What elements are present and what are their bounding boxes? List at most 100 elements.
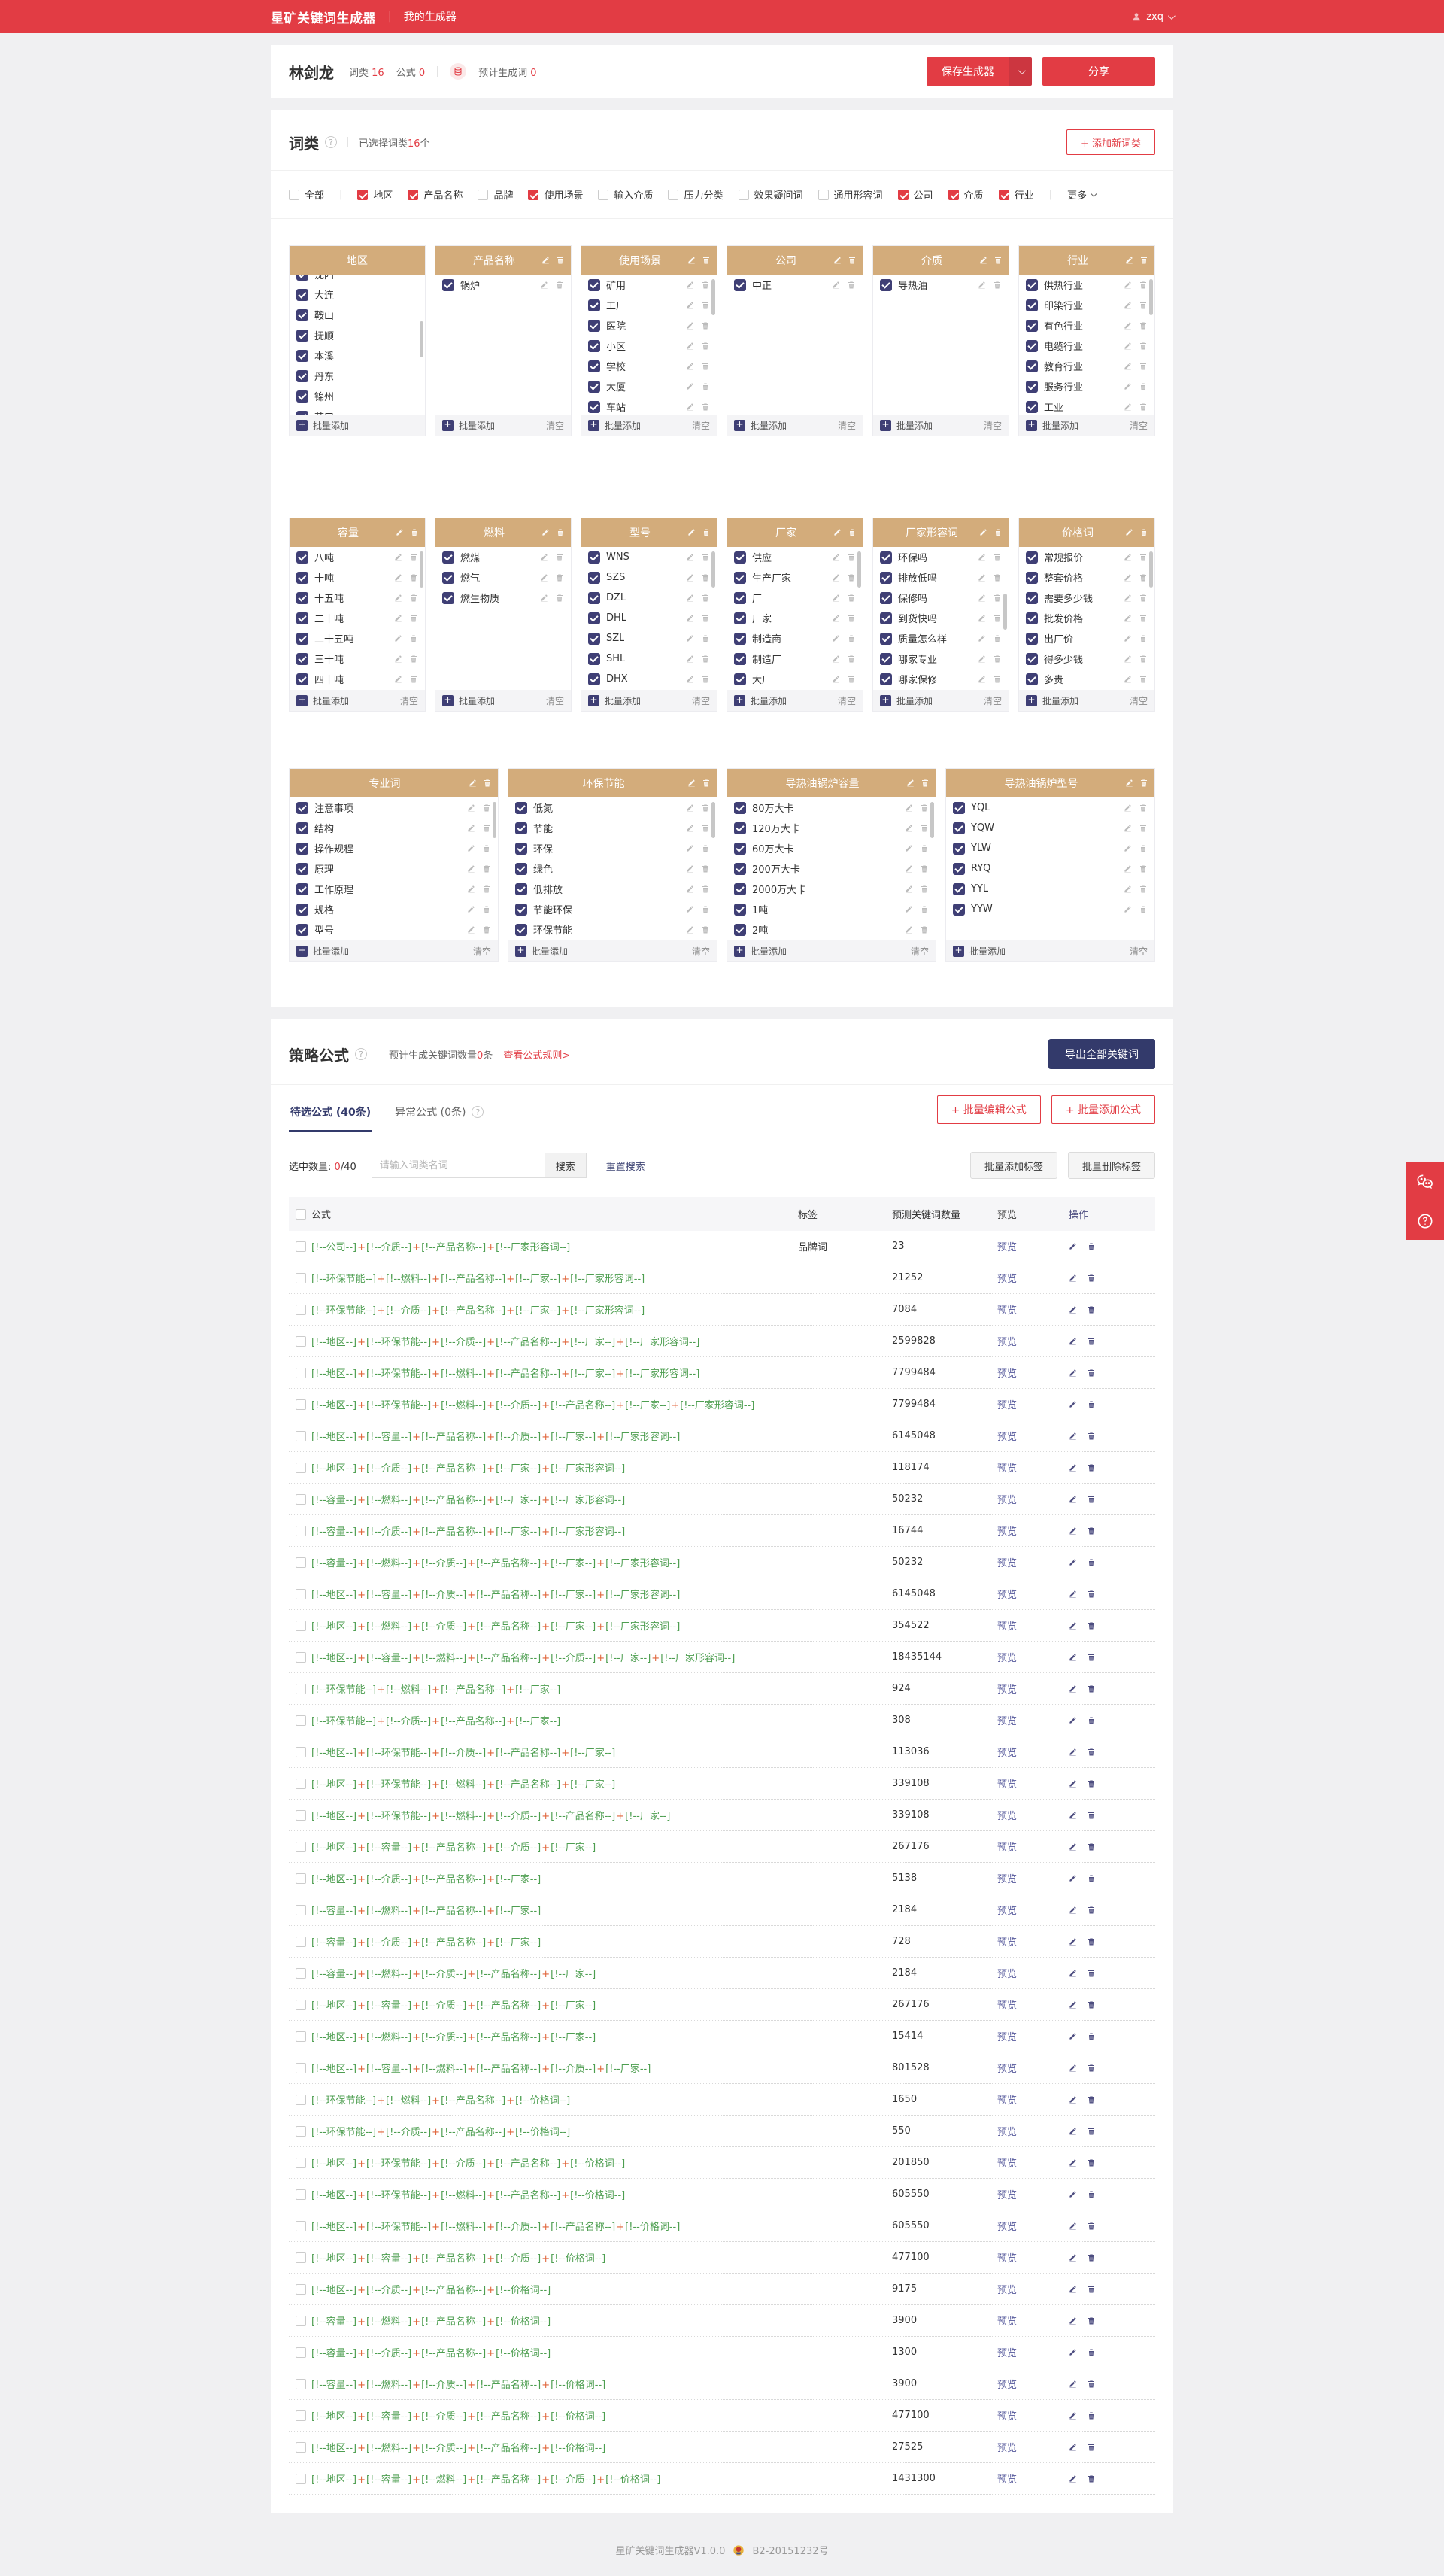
row-checkbox[interactable] — [296, 1683, 306, 1694]
edit-icon[interactable] — [1069, 1305, 1078, 1314]
edit-icon[interactable] — [905, 803, 914, 813]
edit-icon[interactable] — [686, 281, 695, 290]
edit-icon[interactable] — [686, 925, 695, 934]
preview-link[interactable]: 预览 — [997, 2222, 1017, 2233]
item-checkbox[interactable] — [515, 862, 527, 875]
delete-icon[interactable] — [1087, 1463, 1096, 1472]
item-checkbox[interactable] — [515, 822, 527, 834]
help-icon[interactable]: ? — [472, 1106, 484, 1118]
item-checkbox[interactable] — [588, 652, 600, 665]
edit-icon[interactable] — [832, 553, 841, 562]
row-checkbox[interactable] — [296, 2252, 306, 2263]
delete-icon[interactable] — [701, 321, 710, 330]
scrollbar[interactable] — [493, 802, 496, 838]
edit-icon[interactable] — [467, 803, 476, 813]
edit-icon[interactable] — [1069, 1748, 1078, 1757]
edit-icon[interactable] — [1069, 2253, 1078, 2262]
edit-icon[interactable] — [1124, 634, 1133, 643]
edit-icon[interactable] — [1069, 1432, 1078, 1441]
row-checkbox[interactable] — [296, 2031, 306, 2042]
delete-icon[interactable] — [701, 864, 710, 873]
delete-icon[interactable] — [482, 925, 491, 934]
delete-icon[interactable] — [1087, 2190, 1096, 2199]
user-menu[interactable]: zxq — [1131, 11, 1176, 23]
row-checkbox[interactable] — [296, 1904, 306, 1915]
delete-icon[interactable] — [1139, 342, 1148, 351]
delete-icon[interactable] — [555, 594, 564, 603]
item-checkbox[interactable] — [515, 801, 527, 814]
item-checkbox[interactable] — [588, 612, 600, 624]
edit-icon[interactable] — [832, 655, 841, 664]
edit-icon[interactable] — [467, 905, 476, 914]
delete-icon[interactable] — [1087, 1684, 1096, 1694]
preview-link[interactable]: 预览 — [997, 1368, 1017, 1380]
filter-checkbox[interactable] — [478, 189, 489, 200]
delete-icon[interactable] — [1087, 2032, 1096, 2041]
item-checkbox[interactable] — [880, 612, 892, 624]
delete-icon[interactable] — [1139, 905, 1148, 914]
preview-link[interactable]: 预览 — [997, 1590, 1017, 1601]
delete-icon[interactable] — [920, 824, 929, 833]
item-checkbox[interactable] — [1026, 339, 1038, 352]
edit-icon[interactable] — [1069, 1779, 1078, 1788]
row-checkbox[interactable] — [296, 1936, 306, 1947]
edit-icon[interactable] — [978, 614, 987, 623]
batch-add-link[interactable]: 批量添加 — [605, 419, 641, 432]
delete-icon[interactable] — [1139, 844, 1148, 853]
row-checkbox[interactable] — [296, 2347, 306, 2358]
edit-icon[interactable] — [1069, 1242, 1078, 1251]
preview-link[interactable]: 预览 — [997, 2158, 1017, 2170]
export-keywords-button[interactable]: 导出全部关键词 — [1048, 1039, 1155, 1069]
item-checkbox[interactable] — [296, 632, 308, 645]
delete-icon[interactable] — [701, 382, 710, 391]
edit-icon[interactable] — [1069, 1463, 1078, 1472]
preview-link[interactable]: 预览 — [997, 1400, 1017, 1411]
row-checkbox[interactable] — [296, 1778, 306, 1789]
batch-add-formula-button[interactable]: + 批量添加公式 — [1051, 1095, 1155, 1124]
delete-icon[interactable] — [1139, 803, 1148, 813]
item-checkbox[interactable] — [1026, 319, 1038, 332]
delete-icon[interactable] — [1139, 402, 1148, 412]
help-icon[interactable]: ? — [325, 136, 337, 148]
delete-icon[interactable] — [920, 864, 929, 873]
item-checkbox[interactable] — [953, 882, 965, 895]
preview-link[interactable]: 预览 — [997, 2064, 1017, 2075]
preview-link[interactable]: 预览 — [997, 1337, 1017, 1348]
edit-icon[interactable] — [540, 281, 549, 290]
plus-icon[interactable]: + — [734, 945, 745, 957]
delete-icon[interactable] — [1087, 2253, 1096, 2262]
delete-icon[interactable] — [1139, 256, 1148, 265]
item-checkbox[interactable] — [953, 801, 965, 814]
delete-icon[interactable] — [482, 824, 491, 833]
delete-icon[interactable] — [1087, 1748, 1096, 1757]
delete-icon[interactable] — [701, 553, 710, 562]
edit-icon[interactable] — [1069, 1337, 1078, 1346]
delete-icon[interactable] — [921, 779, 930, 788]
formula-rules-link[interactable]: 查看公式规则> — [503, 1047, 570, 1062]
delete-icon[interactable] — [1139, 301, 1148, 310]
item-checkbox[interactable] — [296, 673, 308, 685]
delete-icon[interactable] — [1087, 1242, 1096, 1251]
delete-icon[interactable] — [1087, 1495, 1096, 1504]
item-checkbox[interactable] — [734, 903, 746, 916]
filter-介质[interactable]: 介质 — [948, 187, 984, 202]
item-checkbox[interactable] — [734, 862, 746, 875]
preview-link[interactable]: 预览 — [997, 2253, 1017, 2265]
batch-add-link[interactable]: 批量添加 — [459, 694, 495, 707]
filter-checkbox[interactable] — [408, 189, 419, 200]
item-checkbox[interactable] — [296, 308, 308, 321]
row-checkbox[interactable] — [296, 2094, 306, 2105]
plus-icon[interactable]: + — [296, 694, 308, 706]
item-checkbox[interactable] — [1026, 652, 1038, 665]
delete-icon[interactable] — [1087, 1368, 1096, 1378]
delete-icon[interactable] — [1139, 382, 1148, 391]
delete-icon[interactable] — [994, 256, 1003, 265]
delete-icon[interactable] — [701, 614, 710, 623]
batch-add-link[interactable]: 批量添加 — [896, 694, 933, 707]
item-checkbox[interactable] — [296, 410, 308, 415]
delete-icon[interactable] — [1087, 2285, 1096, 2294]
row-checkbox[interactable] — [296, 1367, 306, 1378]
edit-icon[interactable] — [1069, 2032, 1078, 2041]
preview-link[interactable]: 预览 — [997, 1684, 1017, 1696]
delete-icon[interactable] — [555, 573, 564, 582]
